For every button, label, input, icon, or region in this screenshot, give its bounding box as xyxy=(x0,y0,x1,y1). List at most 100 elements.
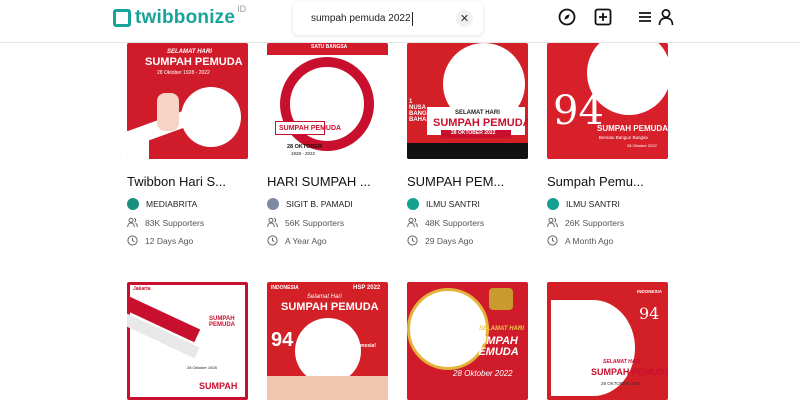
thumb-text: Jakarta xyxy=(133,286,151,292)
card-creator[interactable]: MEDIABRITA xyxy=(127,198,197,210)
thumb-text: SUMPAH PEMUDA xyxy=(471,335,519,358)
thumb-text: SUMPAH PEMUDA xyxy=(433,117,528,129)
thumb-text: 1928 - 2022 xyxy=(291,151,316,156)
thumb-text: 28 Oktober 2022 xyxy=(627,143,657,148)
text-caret xyxy=(411,11,413,26)
users-icon xyxy=(407,217,418,228)
campaign-card[interactable]: SELAMAT HARI SUMPAH PEMUDA 28 Oktober 19… xyxy=(127,43,248,159)
supporters-count: 48K Supporters xyxy=(425,217,485,228)
card-supporters: 26K Supporters xyxy=(547,217,624,228)
campaign-thumbnail: SELAMAT HARI SUMPAH PEMUDA 28 Oktober 19… xyxy=(127,43,248,159)
card-creator[interactable]: ILMU SANTRI xyxy=(407,198,480,210)
logo-text: twibbonize xyxy=(135,7,236,28)
thumb-text: Indonesia! xyxy=(351,343,377,349)
search-input[interactable]: sumpah pemuda 2022 ✕ xyxy=(293,2,483,35)
creator-avatar xyxy=(407,198,419,210)
thumb-text: 28 OKTOBER xyxy=(287,144,323,150)
campaign-thumbnail: SATU BANGSA SUMPAH PEMUDA 28 OKTOBER 192… xyxy=(267,43,388,159)
card-title[interactable]: HARI SUMPAH ... xyxy=(267,174,371,189)
thumb-text: Bersatu Bangun Bangsa xyxy=(599,135,648,140)
clock-icon xyxy=(267,235,278,246)
top-header: twibbonize ID sumpah pemuda 2022 ✕ xyxy=(0,0,800,43)
compass-icon[interactable] xyxy=(557,7,577,27)
logo-mark-icon xyxy=(113,9,131,27)
thumb-text: SUMPAH PEMUDA xyxy=(145,56,243,68)
thumb-text: 28 Oktober 2022 xyxy=(453,369,513,378)
card-title[interactable]: SUMPAH PEM... xyxy=(407,174,504,189)
campaign-thumbnail: INDONESIA HSP 2022 Selamat Hari SUMPAH P… xyxy=(267,282,388,400)
thumb-text: Selamat Hari xyxy=(307,294,342,300)
card-creator[interactable]: SIGIT B. PAMADI xyxy=(267,198,353,210)
card-supporters: 48K Supporters xyxy=(407,217,484,228)
logo-region: ID xyxy=(237,4,247,14)
search-value: sumpah pemuda 2022 xyxy=(311,13,411,24)
supporters-count: 26K Supporters xyxy=(565,217,625,228)
card-title[interactable]: Twibbon Hari S... xyxy=(127,174,226,189)
users-icon xyxy=(267,217,278,228)
created-age: A Month Ago xyxy=(565,235,614,246)
thumb-text: 94 xyxy=(639,304,660,323)
crowd-silhouette xyxy=(407,143,528,159)
campaign-thumbnail: 94 SUMPAH PEMUDA Bersatu Bangun Bangsa 2… xyxy=(547,43,668,159)
campaign-thumbnail: Jakarta SUMPAH PEMUDA 28 Oktober 1928 SU… xyxy=(127,282,248,400)
plus-square-icon[interactable] xyxy=(593,7,613,27)
campaign-thumbnail: INDONESIA 94 SELAMAT HARI SUMPAH PEMUDA … xyxy=(547,282,668,400)
card-title[interactable]: Sumpah Pemu... xyxy=(547,174,644,189)
user-icon[interactable] xyxy=(656,7,676,27)
supporters-count: 56K Supporters xyxy=(285,217,345,228)
thumb-text: INDONESIA xyxy=(637,289,663,294)
card-supporters: 56K Supporters xyxy=(267,217,344,228)
menu-icon[interactable] xyxy=(635,7,655,27)
card-age: 29 Days Ago xyxy=(407,235,473,246)
campaign-card[interactable]: SELAMAT HARI SUMPAH PEMUDA 28 Oktober 20… xyxy=(407,282,528,400)
card-creator[interactable]: ILMU SANTRI xyxy=(547,198,620,210)
thumb-text: SUMPAH PEMUDA xyxy=(597,124,668,133)
users-icon xyxy=(547,217,558,228)
creator-avatar xyxy=(547,198,559,210)
thumb-text: SUMPAH PEMUDA xyxy=(281,301,379,313)
thumb-text: 28 OKTOBER 2022 xyxy=(451,130,496,136)
twibbonize-logo[interactable]: twibbonize ID xyxy=(113,4,247,31)
campaign-card[interactable]: Jakarta SUMPAH PEMUDA 28 Oktober 1928 SU… xyxy=(127,282,248,400)
garuda-emblem xyxy=(489,288,513,310)
supporters-count: 83K Supporters xyxy=(145,217,205,228)
card-age: A Year Ago xyxy=(267,235,327,246)
photo-frame-circle xyxy=(295,318,361,384)
campaign-card[interactable]: INDONESIA 94 SELAMAT HARI SUMPAH PEMUDA … xyxy=(547,282,668,400)
thumb-text: 94 xyxy=(271,329,294,351)
figure-illustration xyxy=(157,93,179,131)
thumb-text: 28 OKTOBER 2022 xyxy=(601,381,641,386)
campaign-card[interactable]: 94 SUMPAH PEMUDA Bersatu Bangun Bangsa 2… xyxy=(547,43,668,159)
thumb-text: SATU BANGSA xyxy=(311,44,348,50)
users-icon xyxy=(127,217,138,228)
creator-avatar xyxy=(267,198,279,210)
clock-icon xyxy=(127,235,138,246)
photo-frame-circle xyxy=(280,57,374,151)
campaign-thumbnail: SELAMAT HARI SUMPAH PEMUDA 28 Oktober 20… xyxy=(407,282,528,400)
thumb-text: SUMPAH xyxy=(199,381,238,391)
thumb-text: HSP 2022 xyxy=(353,285,381,291)
thumb-text: SUMPAH PEMUDA xyxy=(591,367,668,377)
thumb-text: SELAMAT HARI xyxy=(455,110,500,116)
thumb-text: 1 NUSA BANGSA BAHASA xyxy=(409,99,435,123)
campaign-card[interactable]: 1 NUSA BANGSA BAHASA SELAMAT HARI SUMPAH… xyxy=(407,43,528,159)
creator-avatar xyxy=(127,198,139,210)
people-illustration xyxy=(267,376,388,400)
campaign-card[interactable]: INDONESIA HSP 2022 Selamat Hari SUMPAH P… xyxy=(267,282,388,400)
clock-icon xyxy=(547,235,558,246)
thumb-text: 28 Oktober 1928 - 2022 xyxy=(157,70,210,76)
clock-icon xyxy=(407,235,418,246)
thumb-text: 28 Oktober 1928 xyxy=(187,365,217,370)
creator-name: ILMU SANTRI xyxy=(566,199,620,209)
card-age: 12 Days Ago xyxy=(127,235,193,246)
card-age: A Month Ago xyxy=(547,235,613,246)
campaign-thumbnail: 1 NUSA BANGSA BAHASA SELAMAT HARI SUMPAH… xyxy=(407,43,528,159)
campaign-card[interactable]: SATU BANGSA SUMPAH PEMUDA 28 OKTOBER 192… xyxy=(267,43,388,159)
created-age: A Year Ago xyxy=(285,235,327,246)
thumb-text: SELAMAT HARI xyxy=(167,49,212,55)
created-age: 29 Days Ago xyxy=(425,235,474,246)
clear-search-button[interactable]: ✕ xyxy=(456,10,473,27)
thumb-text: SELAMAT HARI xyxy=(479,326,524,332)
card-supporters: 83K Supporters xyxy=(127,217,204,228)
created-age: 12 Days Ago xyxy=(145,235,194,246)
